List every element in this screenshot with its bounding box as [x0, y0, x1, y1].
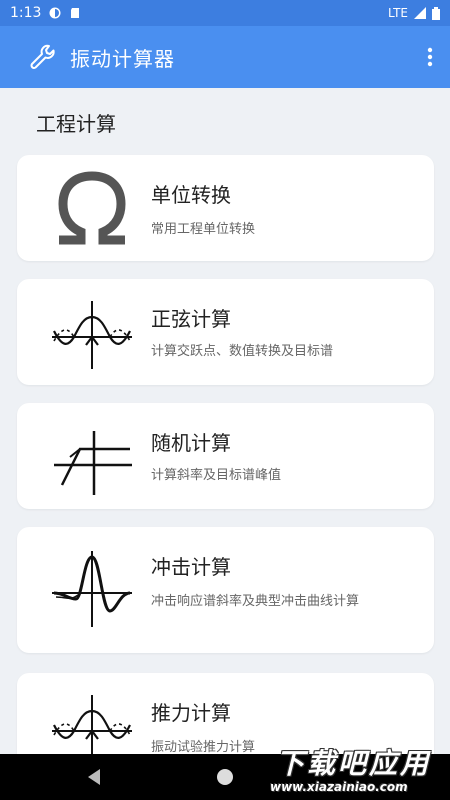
card-title: 单位转换 — [151, 183, 231, 207]
omega-icon — [47, 168, 137, 248]
home-button[interactable] — [195, 754, 255, 800]
watermark: 下载吧应用 www.xiazainiao.com — [262, 738, 450, 800]
battery-icon — [432, 6, 440, 20]
card-shock-calculation[interactable]: 冲击计算 冲击响应谱斜率及典型冲击曲线计算 — [17, 527, 434, 653]
status-time: 1:13 — [10, 5, 42, 21]
card-title: 推力计算 — [151, 701, 231, 725]
notification-icon — [49, 7, 61, 19]
card-title: 随机计算 — [151, 431, 231, 455]
card-sine-calculation[interactable]: 正弦计算 计算交跃点、数值转换及目标谱 — [17, 279, 434, 385]
status-bar: 1:13 LTE — [0, 0, 450, 26]
app-bar: 振动计算器 — [0, 26, 450, 88]
watermark-title: 下载吧应用 — [276, 747, 432, 780]
watermark-url: www.xiazainiao.com — [270, 780, 408, 794]
main-content[interactable]: 工程计算 单位转换 常用工程单位转换 正弦计算 计算交跃点、数值转换及目标谱 随… — [0, 88, 450, 754]
sine-wave-icon — [47, 689, 137, 754]
more-vert-icon — [427, 47, 433, 67]
more-options-button[interactable] — [410, 37, 450, 77]
sine-wave-icon — [47, 295, 137, 375]
back-button[interactable] — [64, 754, 124, 800]
signal-icon — [414, 7, 426, 19]
card-random-calculation[interactable]: 随机计算 计算斜率及目标谱峰值 — [17, 403, 434, 509]
card-description: 常用工程单位转换 — [151, 222, 256, 237]
random-spectrum-icon — [47, 419, 137, 499]
app-title: 振动计算器 — [70, 46, 175, 71]
back-triangle-icon — [88, 769, 100, 785]
card-title: 正弦计算 — [151, 307, 231, 331]
card-description: 计算斜率及目标谱峰值 — [151, 468, 282, 483]
wrench-icon — [30, 44, 55, 69]
network-type: LTE — [388, 6, 408, 20]
home-circle-icon — [217, 769, 233, 785]
shock-pulse-icon — [47, 549, 137, 629]
card-unit-conversion[interactable]: 单位转换 常用工程单位转换 — [17, 155, 434, 261]
card-title: 冲击计算 — [151, 555, 231, 579]
sd-card-icon — [71, 8, 80, 18]
card-description: 计算交跃点、数值转换及目标谱 — [151, 344, 334, 359]
section-title: 工程计算 — [36, 112, 116, 136]
card-description: 冲击响应谱斜率及典型冲击曲线计算 — [151, 594, 360, 609]
